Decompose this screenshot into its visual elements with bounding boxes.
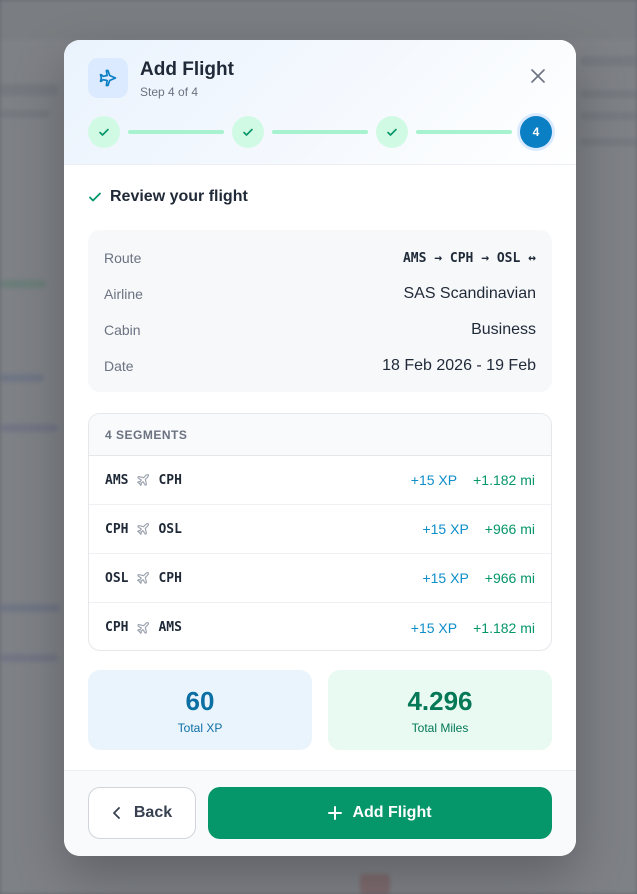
plane-icon bbox=[137, 621, 150, 634]
check-icon bbox=[99, 128, 109, 136]
route-label: Route bbox=[104, 250, 142, 266]
segment-destination: CPH bbox=[158, 472, 182, 488]
dialog-header: Add Flight Step 4 of 4 4 bbox=[64, 40, 576, 165]
review-heading: Review your flight bbox=[88, 188, 248, 206]
segment-miles: +1.182 mi bbox=[473, 472, 535, 488]
segment-miles: +1.182 mi bbox=[473, 619, 535, 636]
stepper: 4 bbox=[88, 116, 552, 148]
total-xp-label: Total XP bbox=[177, 720, 223, 735]
segment-miles: +966 mi bbox=[484, 521, 535, 537]
segment-xp: +15 XP bbox=[410, 619, 458, 636]
back-button[interactable]: Back bbox=[88, 787, 196, 839]
add-flight-button[interactable]: Add Flight bbox=[208, 787, 552, 839]
summary-row-cabin: Cabin Business bbox=[104, 312, 536, 348]
dialog-footer: Back Add Flight bbox=[64, 770, 576, 856]
stepper-line bbox=[416, 130, 512, 134]
plane-icon bbox=[88, 58, 128, 98]
cabin-value: Business bbox=[471, 321, 536, 338]
summary-row-airline: Airline SAS Scandinavian bbox=[104, 276, 536, 312]
segment-route: AMS CPH bbox=[105, 473, 182, 488]
segment-route: OSL CPH bbox=[105, 571, 182, 586]
segment-row: CPH OSL +15 XP +966 mi bbox=[89, 505, 551, 554]
total-miles-value: 4.296 bbox=[407, 685, 473, 716]
segment-xp: +15 XP bbox=[422, 521, 469, 537]
total-miles-label: Total Miles bbox=[411, 720, 469, 735]
totals: 60 Total XP 4.296 Total Miles bbox=[88, 670, 552, 750]
check-icon bbox=[89, 192, 101, 202]
flight-summary: Route AMS → CPH → OSL ↔ Airline SAS Scan… bbox=[88, 230, 552, 392]
step-4-current: 4 bbox=[520, 116, 552, 148]
segment-stats: +15 XP +1.182 mi bbox=[411, 472, 535, 488]
segment-row: AMS CPH +15 XP +1.182 mi bbox=[89, 456, 551, 505]
stepper-line bbox=[272, 130, 368, 134]
segment-destination: OSL bbox=[158, 521, 182, 537]
stepper-line bbox=[128, 130, 224, 134]
segment-origin: OSL bbox=[105, 570, 129, 586]
add-flight-dialog: Add Flight Step 4 of 4 4 Review your fli bbox=[64, 40, 576, 856]
segment-xp: +15 XP bbox=[422, 570, 469, 586]
plane-icon bbox=[137, 474, 150, 486]
segment-destination: AMS bbox=[158, 620, 182, 635]
airline-label: Airline bbox=[104, 286, 143, 302]
review-title: Review your flight bbox=[110, 188, 248, 205]
segment-origin: CPH bbox=[105, 620, 129, 635]
segment-route: CPH OSL bbox=[105, 522, 182, 537]
date-value: 18 Feb 2026 - 19 Feb bbox=[382, 357, 536, 374]
segment-route: CPH AMS bbox=[105, 620, 182, 635]
check-icon bbox=[243, 128, 253, 136]
segments-header: 4 SEGMENTS bbox=[89, 414, 551, 456]
back-button-label: Back bbox=[133, 804, 173, 821]
dialog-title: Add Flight bbox=[140, 59, 234, 80]
step-3-complete bbox=[376, 116, 408, 148]
segment-xp: +15 XP bbox=[410, 472, 458, 488]
plane-icon bbox=[137, 523, 150, 535]
step-2-complete bbox=[232, 116, 264, 148]
cabin-label: Cabin bbox=[104, 322, 141, 338]
total-xp-card: 60 Total XP bbox=[88, 670, 312, 750]
total-miles-card: 4.296 Total Miles bbox=[328, 670, 552, 750]
segment-origin: AMS bbox=[105, 472, 129, 488]
segment-origin: CPH bbox=[105, 521, 129, 537]
step-1-complete bbox=[88, 116, 120, 148]
add-flight-button-label: Add Flight bbox=[352, 804, 432, 821]
plane-icon bbox=[137, 572, 150, 584]
step-indicator-text: Step 4 of 4 bbox=[140, 85, 199, 99]
segment-stats: +15 XP +966 mi bbox=[422, 521, 535, 537]
date-label: Date bbox=[104, 358, 134, 374]
segment-row: CPH AMS +15 XP +1.182 mi bbox=[89, 603, 551, 650]
segment-row: OSL CPH +15 XP +966 mi bbox=[89, 554, 551, 603]
route-value: AMS → CPH → OSL ↔ bbox=[402, 250, 536, 266]
total-xp-value: 60 bbox=[185, 685, 215, 716]
chevron-left-icon bbox=[112, 807, 120, 819]
segment-destination: CPH bbox=[158, 570, 182, 586]
close-icon[interactable] bbox=[528, 66, 548, 86]
segments-list: 4 SEGMENTS AMS CPH +15 XP +1.182 mi CPH OSL +1… bbox=[88, 413, 552, 651]
summary-row-date: Date 18 Feb 2026 - 19 Feb bbox=[104, 348, 536, 384]
airline-value: SAS Scandinavian bbox=[403, 285, 536, 302]
segment-stats: +15 XP +1.182 mi bbox=[411, 620, 535, 636]
segment-miles: +966 mi bbox=[484, 570, 535, 586]
summary-row-route: Route AMS → CPH → OSL ↔ bbox=[104, 240, 536, 276]
segment-stats: +15 XP +966 mi bbox=[422, 570, 535, 586]
plus-icon bbox=[328, 806, 343, 820]
check-icon bbox=[387, 128, 397, 136]
